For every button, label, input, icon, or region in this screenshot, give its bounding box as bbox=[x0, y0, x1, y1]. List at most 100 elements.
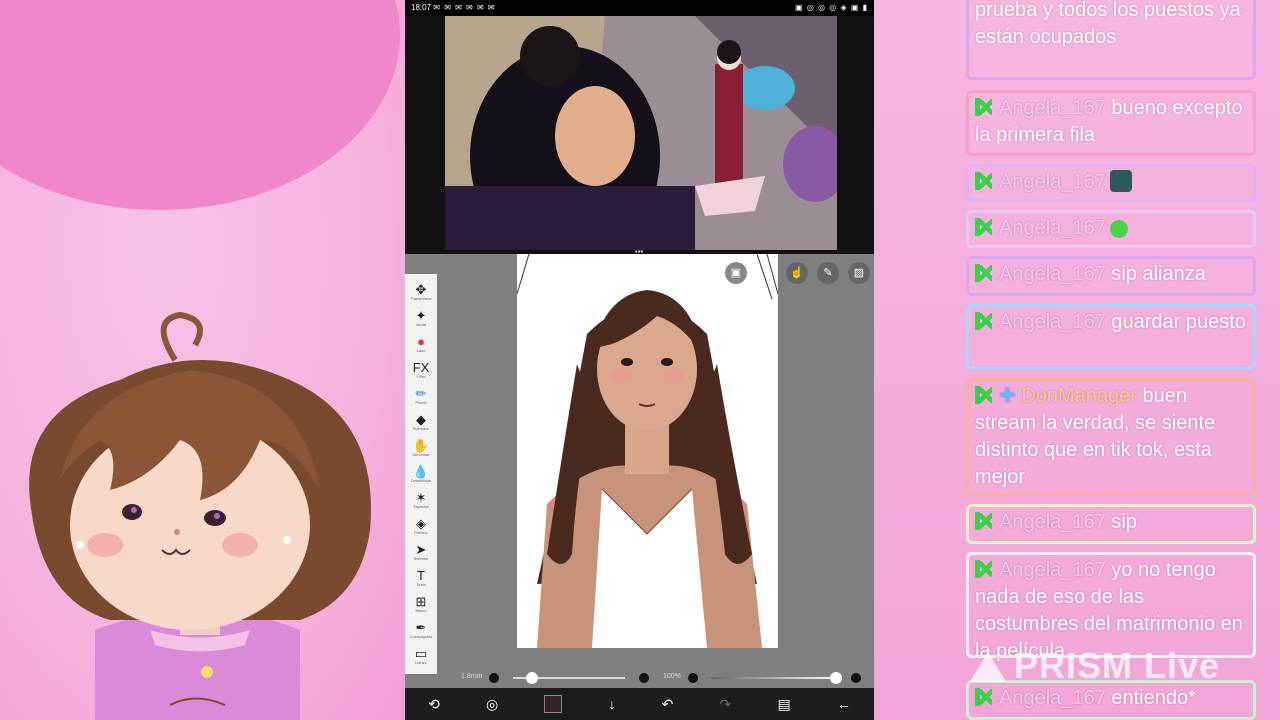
chat-message: Angela_167 guardar puesto bbox=[966, 304, 1256, 370]
tool-label: Difuminar bbox=[412, 452, 430, 457]
drawing-app: ✥ Transformar ✦ Varita ● Lazo FX Filtro ✏ Pincel ◆… bbox=[405, 254, 874, 720]
sword-badge-icon: ✚ bbox=[999, 385, 1016, 407]
system-status-icons: ▣ ◎ ◎ ◎ ◈ ▣ ▮ bbox=[795, 3, 868, 12]
kick-icon bbox=[975, 386, 993, 404]
chat-message: Angela_167 bueno excepto la primera fila bbox=[966, 90, 1256, 156]
chat-text: sip alianza bbox=[1111, 263, 1206, 285]
tool-glyph: ▭ bbox=[414, 646, 428, 661]
chat-username: Angela_167 bbox=[999, 311, 1106, 333]
size-increase-button[interactable] bbox=[639, 673, 649, 683]
tool-glyph: ◈ bbox=[416, 516, 426, 531]
size-slider-knob[interactable] bbox=[526, 672, 538, 684]
rotate-icon[interactable]: ⟲ bbox=[428, 696, 440, 713]
chat-username: Angela_167 bbox=[999, 511, 1106, 533]
tool-label: Selector bbox=[413, 556, 429, 561]
select-icon[interactable]: ➤ Selector bbox=[409, 540, 433, 564]
opacity-decrease-button[interactable] bbox=[688, 673, 698, 683]
size-decrease-button[interactable] bbox=[489, 673, 499, 683]
live-icon[interactable]: ● Lazo bbox=[409, 332, 433, 356]
redo-icon[interactable]: ↷ bbox=[720, 696, 732, 713]
magic-wand-icon[interactable]: ✦ Varita bbox=[409, 306, 433, 330]
back-icon[interactable]: ← bbox=[837, 696, 851, 712]
size-label: 1.8mm bbox=[461, 673, 483, 680]
kick-icon bbox=[975, 264, 993, 282]
canvas-icon[interactable]: ▭ Lienzo bbox=[409, 644, 433, 668]
tool-glyph: ● bbox=[417, 334, 425, 349]
smudge-icon[interactable]: ✋ Difuminar bbox=[409, 436, 433, 460]
tool-glyph: ✶ bbox=[415, 490, 427, 505]
hand-tool-icon[interactable]: ☝ bbox=[786, 262, 808, 284]
bottom-action-bar: ⟲ ◎ ↓ ↶ ↷ ▤ ← bbox=[405, 688, 874, 720]
tool-label: Filtro bbox=[416, 374, 426, 379]
tool-label: Borrador bbox=[413, 426, 429, 431]
tool-glyph: ✥ bbox=[415, 282, 427, 297]
chat-text: guardar puesto bbox=[1111, 311, 1246, 333]
chat-username: Angela_167 bbox=[999, 559, 1106, 581]
tool-label: Texto bbox=[416, 582, 426, 587]
special-icon[interactable]: ✶ Especial bbox=[409, 488, 433, 512]
left-background bbox=[0, 0, 405, 720]
chat-message: Angela_167 yo no tengo nada de eso de la… bbox=[966, 552, 1256, 662]
opacity-slider-knob[interactable] bbox=[830, 672, 842, 684]
tool-label: Varita bbox=[415, 322, 427, 327]
opacity-increase-button[interactable] bbox=[851, 673, 861, 683]
undo-icon[interactable]: ↶ bbox=[662, 696, 674, 713]
opacity-slider-track[interactable] bbox=[711, 677, 837, 679]
chat-overlay: prueba y todos los puestos ya están ocup… bbox=[966, 0, 1258, 720]
tool-glyph: ⊞ bbox=[415, 594, 427, 609]
tool-glyph: ✏ bbox=[415, 386, 427, 401]
tool-glyph: ➤ bbox=[415, 542, 427, 557]
pen-mode-icon[interactable]: ✎ bbox=[817, 262, 839, 284]
brush-slider-row: 1.8mm 100% bbox=[405, 668, 874, 688]
eraser-icon[interactable]: ◆ Borrador bbox=[409, 410, 433, 434]
prism-live-watermark: PRISM Live bbox=[970, 645, 1220, 687]
tool-glyph: ◆ bbox=[416, 412, 426, 427]
tool-glyph: ✦ bbox=[415, 308, 427, 323]
tool-bar: ✥ Transformar ✦ Varita ● Lazo FX Filtro ✏ Pincel ◆… bbox=[405, 274, 437, 674]
eyedropper-icon[interactable]: ✒ Cuentagotas bbox=[409, 618, 433, 642]
move-icon[interactable]: ✥ Transformar bbox=[409, 280, 433, 304]
chat-message: Angela_167 bbox=[966, 164, 1256, 202]
tool-label: Pincel bbox=[415, 400, 427, 405]
reference-video-frame[interactable] bbox=[445, 16, 837, 250]
kick-icon bbox=[975, 218, 993, 236]
kick-icon bbox=[975, 98, 993, 116]
download-icon[interactable]: ↓ bbox=[609, 696, 616, 712]
tool-label: Transformar bbox=[410, 296, 432, 301]
brush-icon[interactable]: ✏ Pincel bbox=[409, 384, 433, 408]
chat-username: Angela_167 bbox=[999, 217, 1106, 239]
gallery-icon[interactable]: ▨ bbox=[848, 262, 870, 284]
drawing-canvas[interactable] bbox=[517, 254, 778, 648]
tool-label: Lazo bbox=[416, 348, 426, 353]
kick-icon bbox=[975, 172, 993, 190]
layers-icon[interactable]: ▤ bbox=[777, 696, 790, 713]
tool-label: Especial bbox=[413, 504, 429, 509]
blur-icon[interactable]: 💧 Desenfocar bbox=[409, 462, 433, 486]
chat-message: ✚ DonManager buen stream la verdad, se s… bbox=[966, 378, 1256, 496]
frame-icon[interactable]: ⊞ Marco bbox=[409, 592, 433, 616]
text-icon[interactable]: T Texto bbox=[409, 566, 433, 590]
fill-icon[interactable]: ◈ Relleno bbox=[409, 514, 433, 538]
color-swatch[interactable] bbox=[544, 695, 563, 713]
tool-glyph: ✒ bbox=[415, 620, 427, 635]
emote-icon bbox=[1109, 220, 1128, 238]
tool-label: Relleno bbox=[414, 530, 428, 535]
chat-message: Angela_167 bbox=[966, 210, 1256, 248]
chat-message: prueba y todos los puestos ya están ocup… bbox=[966, 0, 1256, 80]
chat-username: Angela_167 bbox=[999, 171, 1106, 193]
chat-text: prueba y todos los puestos ya están ocup… bbox=[975, 0, 1241, 48]
tool-glyph: T bbox=[417, 568, 425, 583]
tool-label: Lienzo bbox=[415, 660, 427, 665]
fx-icon[interactable]: FX Filtro bbox=[409, 358, 433, 382]
chat-username: Angela_167 bbox=[999, 263, 1106, 285]
chat-text: sip bbox=[1111, 511, 1137, 533]
chat-username: DonManager bbox=[1021, 385, 1137, 407]
chat-message: Angela_167 sip alianza bbox=[966, 256, 1256, 296]
pink-blob bbox=[0, 0, 400, 210]
status-time: 18:07 bbox=[411, 3, 432, 12]
reference-toggle-icon[interactable]: ▣ bbox=[725, 262, 747, 284]
brush-settings-icon[interactable]: ◎ bbox=[486, 696, 498, 713]
watermark-text: PRISM Live bbox=[1014, 645, 1221, 686]
kick-icon bbox=[975, 688, 993, 706]
tablet-screen: 18:07 ✉ ✉ ✉ ✉ ✉ ✉ ▣ ◎ ◎ ◎ ◈ ▣ ▮ ▪▪▪ ✥ Tra… bbox=[405, 0, 874, 720]
